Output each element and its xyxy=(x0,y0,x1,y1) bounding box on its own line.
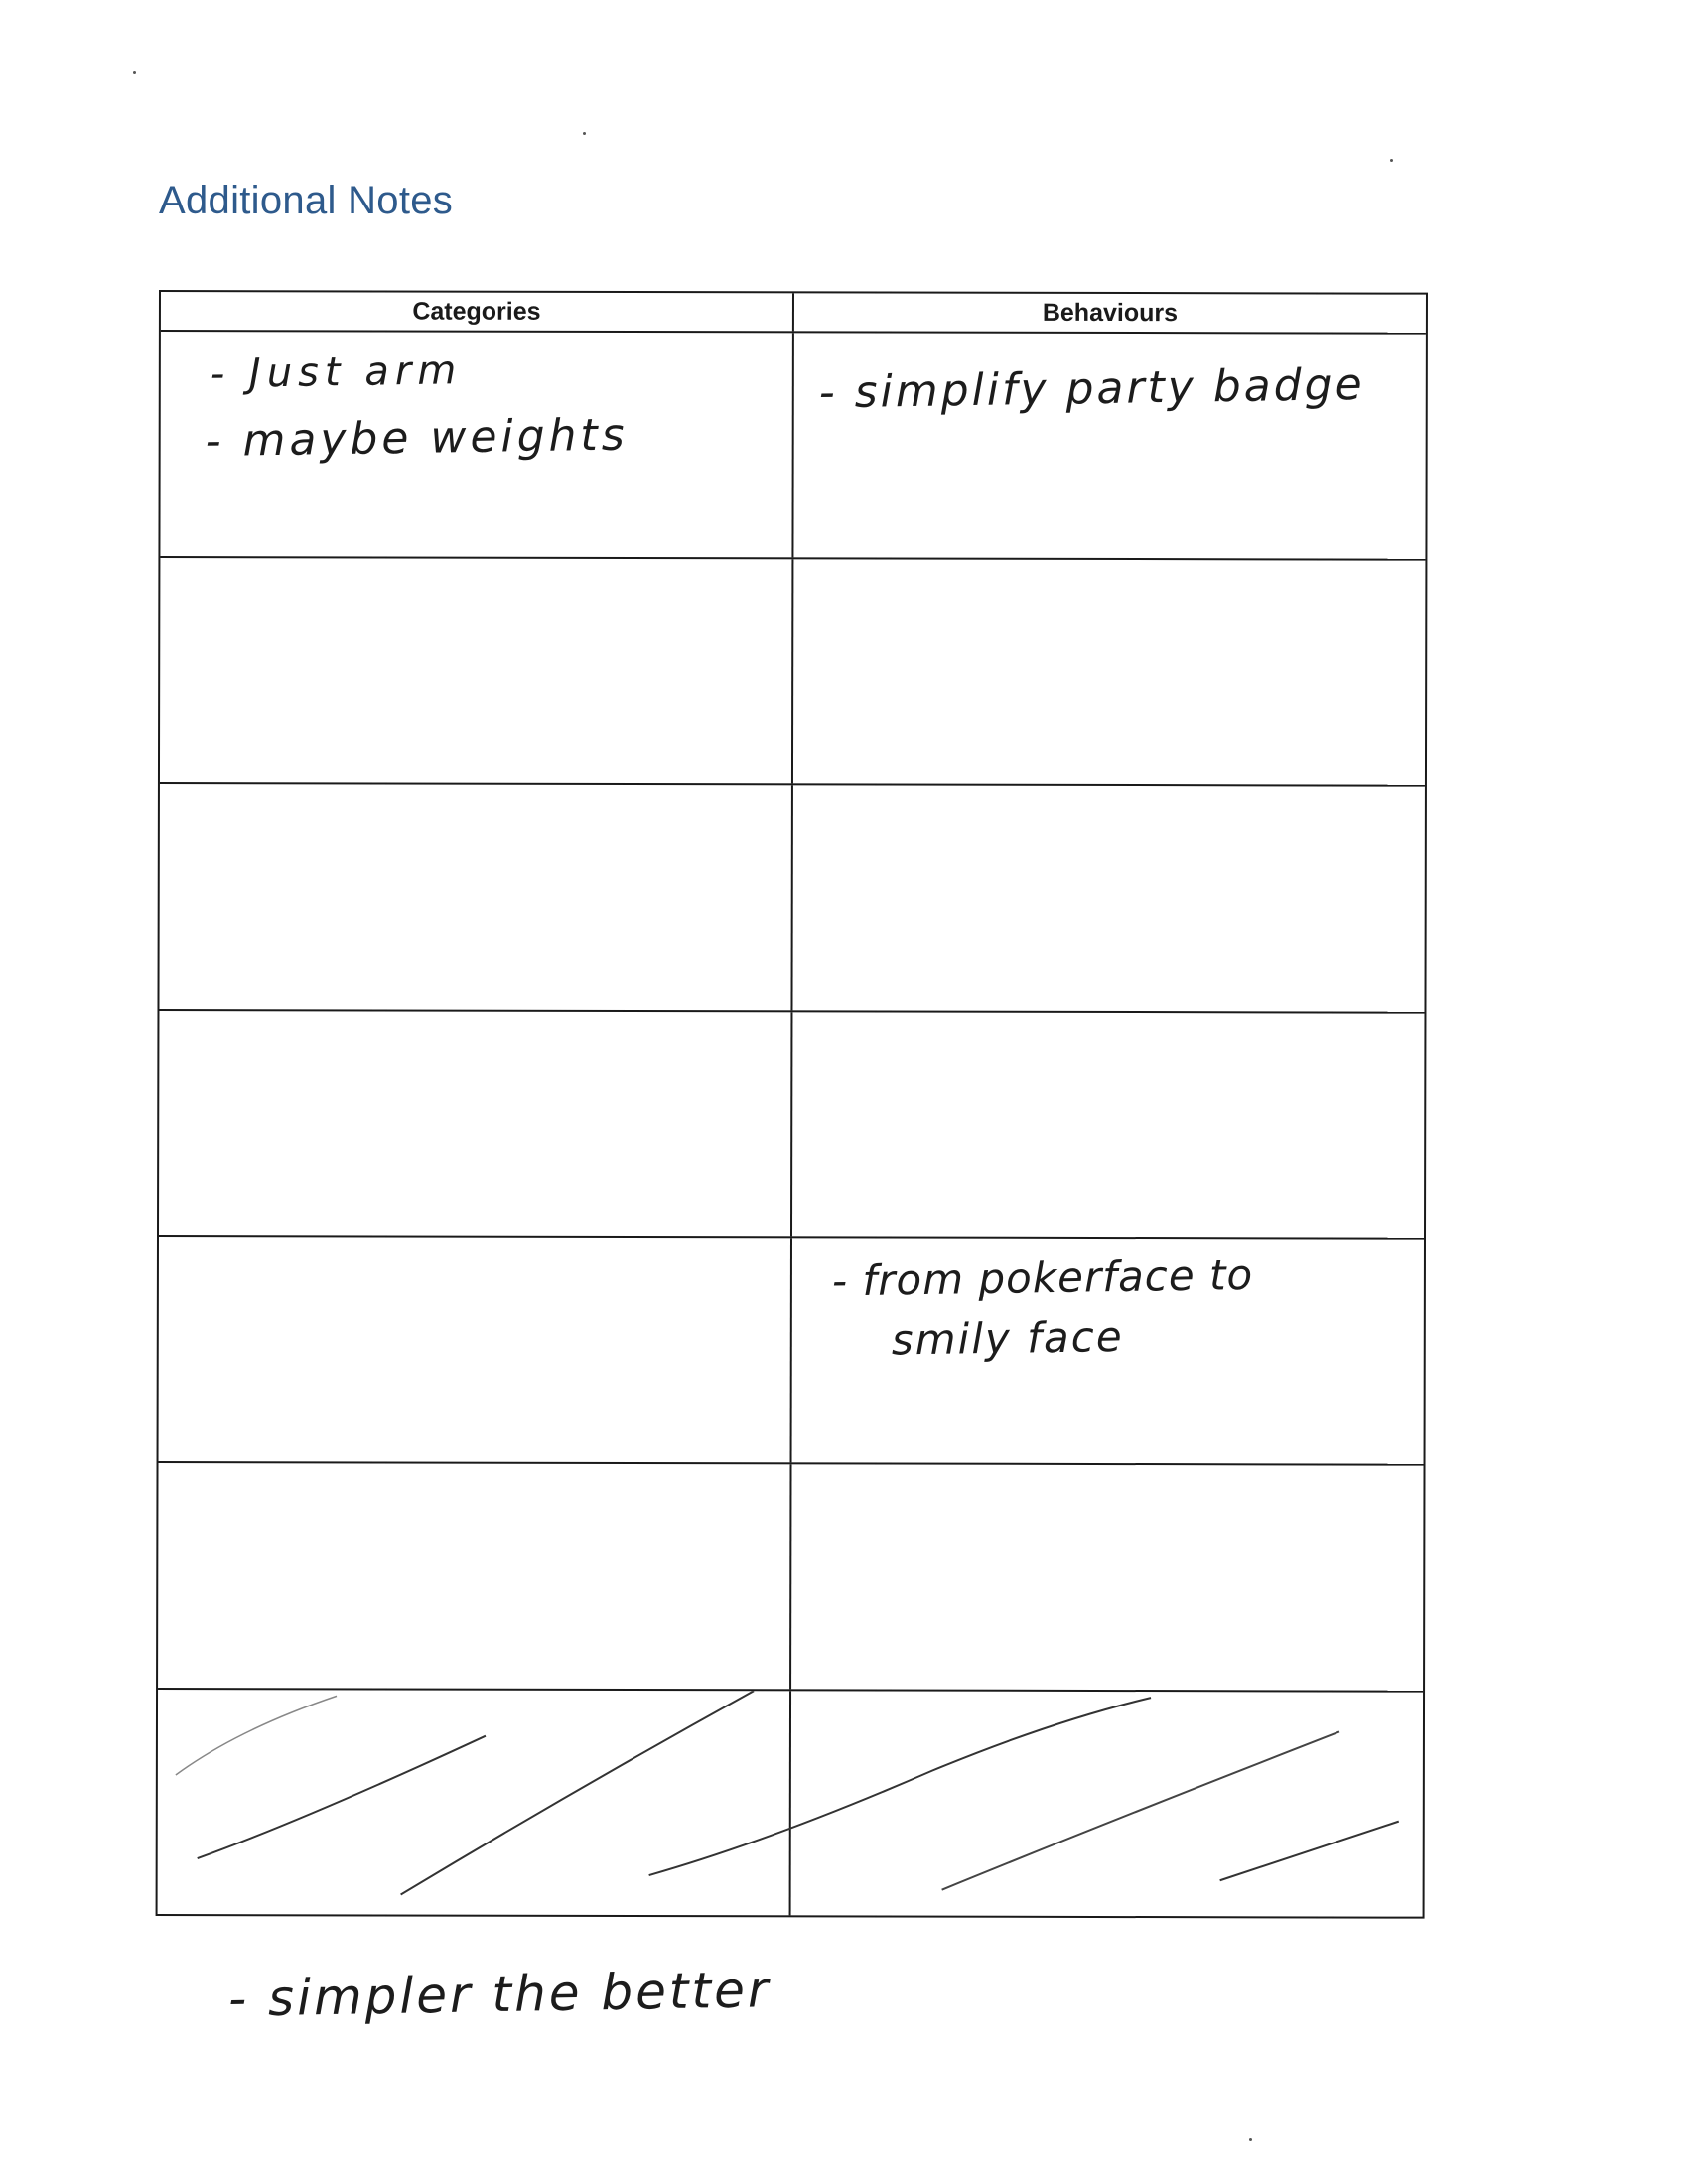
behaviours-cell xyxy=(790,785,1425,1012)
handwritten-note: - Just arm xyxy=(210,347,463,398)
handwritten-footer-note: - simpler the better xyxy=(227,1961,772,2028)
behaviours-cell xyxy=(790,559,1426,785)
categories-cell xyxy=(158,1690,789,1915)
categories-cell xyxy=(159,784,790,1010)
section-heading: Additional Notes xyxy=(159,179,454,222)
categories-cell xyxy=(160,558,791,783)
behaviours-cell xyxy=(789,1464,1424,1691)
scan-speck xyxy=(583,132,586,135)
handwritten-note: - simplify party badge xyxy=(818,358,1365,419)
table-row xyxy=(159,1009,1425,1238)
behaviours-cell: - from pokerface to smily face xyxy=(789,1238,1424,1464)
table-row: - Just arm - maybe weights - simplify pa… xyxy=(160,332,1426,559)
table-row: - from pokerface to smily face xyxy=(158,1235,1425,1464)
scan-speck xyxy=(133,71,136,74)
table-row-struck-through xyxy=(157,1688,1424,1917)
categories-cell xyxy=(159,1237,790,1462)
table-row xyxy=(158,1461,1424,1691)
header-behaviours: Behaviours xyxy=(791,293,1426,333)
behaviours-cell: - simplify party badge xyxy=(791,333,1426,559)
behaviours-cell xyxy=(788,1691,1424,1917)
scan-speck xyxy=(1249,2138,1252,2141)
notes-table: Categories Behaviours - Just arm - maybe… xyxy=(155,290,1428,1919)
categories-cell xyxy=(159,1011,790,1236)
behaviours-cell xyxy=(790,1012,1425,1238)
handwritten-note: - from pokerface to xyxy=(831,1249,1254,1305)
handwritten-note: - maybe weights xyxy=(205,409,630,468)
handwritten-note: smily face xyxy=(891,1311,1124,1365)
table-row xyxy=(159,782,1425,1012)
categories-cell xyxy=(158,1463,789,1689)
table-row xyxy=(159,556,1426,785)
table-header-row: Categories Behaviours xyxy=(160,292,1426,335)
header-categories: Categories xyxy=(412,297,541,326)
scan-speck xyxy=(1390,159,1393,162)
categories-cell: - Just arm - maybe weights xyxy=(160,332,791,557)
